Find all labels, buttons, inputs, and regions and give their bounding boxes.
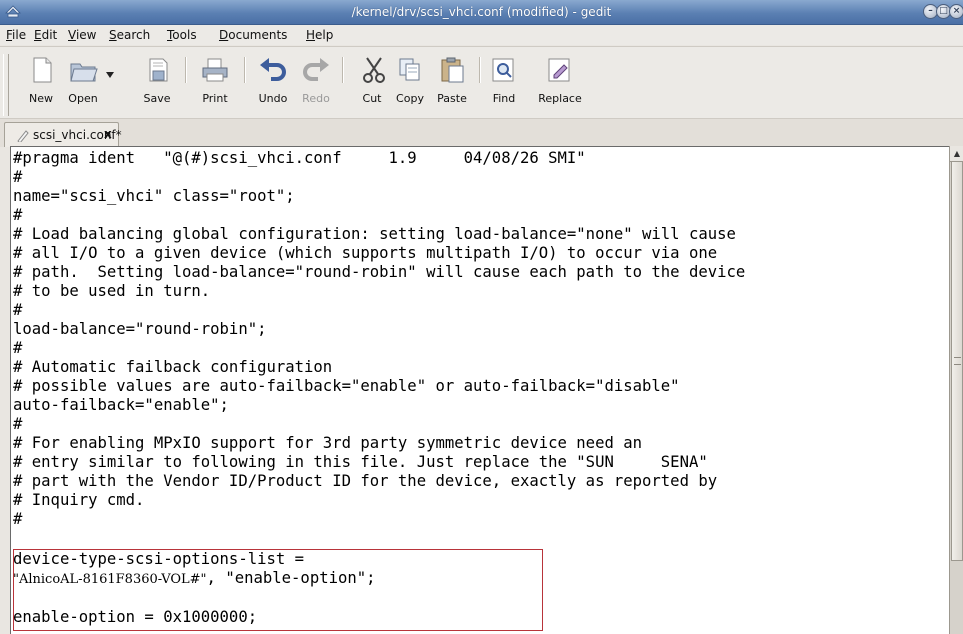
open-button[interactable]: Open bbox=[66, 53, 100, 113]
scrollbar-thumb[interactable] bbox=[951, 161, 963, 561]
code-line: # bbox=[13, 301, 23, 319]
tab-scsi-vhci-conf[interactable]: scsi_vhci.conf* x bbox=[4, 122, 122, 147]
menu-edit-mnemonic: E bbox=[34, 28, 42, 42]
save-button[interactable]: Save bbox=[140, 53, 174, 113]
menu-edit[interactable]: Edit bbox=[34, 28, 57, 42]
code-line: # For enabling MPxIO support for 3rd par… bbox=[13, 434, 643, 452]
code-line: # bbox=[13, 206, 23, 224]
toolbar: New Open Save Print Undo Redo Cut Copy P… bbox=[0, 46, 963, 119]
toolbar-separator bbox=[479, 57, 481, 83]
replace-icon bbox=[548, 58, 570, 82]
code-line: # Inquiry cmd. bbox=[13, 491, 145, 509]
paste-icon bbox=[441, 57, 464, 83]
new-button[interactable]: New bbox=[26, 53, 56, 113]
redo-button[interactable]: Redo bbox=[298, 53, 334, 113]
menu-documents[interactable]: Documents bbox=[219, 28, 287, 42]
find-icon bbox=[492, 58, 514, 82]
code-line: # path. Setting load-balance="round-robi… bbox=[13, 263, 746, 281]
undo-icon bbox=[260, 58, 286, 81]
code-line: # all I/O to a given device (which suppo… bbox=[13, 244, 718, 262]
tab-close-button[interactable]: x bbox=[104, 127, 112, 141]
code-line: # bbox=[13, 415, 23, 433]
cut-button[interactable]: Cut bbox=[358, 53, 386, 113]
menu-help-label: elp bbox=[315, 28, 334, 42]
menu-view[interactable]: View bbox=[68, 28, 96, 42]
toolbar-separator bbox=[185, 57, 187, 83]
code-line: # part with the Vendor ID/Product ID for… bbox=[13, 472, 718, 490]
redo-icon bbox=[303, 58, 329, 81]
code-line: # Load balancing global configuration: s… bbox=[13, 225, 736, 243]
scrollbar-grip bbox=[954, 357, 961, 365]
menu-documents-label: ocuments bbox=[228, 28, 288, 42]
menu-documents-mnemonic: D bbox=[219, 28, 229, 42]
paste-label: Paste bbox=[437, 92, 467, 105]
window-title: /kernel/drv/scsi_vhci.conf (modified) - … bbox=[351, 5, 612, 19]
menu-tools[interactable]: Tools bbox=[167, 28, 197, 42]
open-recent-arrow-icon[interactable] bbox=[105, 71, 115, 79]
replace-label: Replace bbox=[538, 92, 582, 105]
paste-button[interactable]: Paste bbox=[434, 53, 470, 113]
code-line: # Automatic failback configuration bbox=[13, 358, 333, 376]
vertical-scrollbar[interactable]: ▲ bbox=[949, 146, 963, 634]
save-icon bbox=[149, 58, 168, 82]
menu-bar: File Edit View Search Tools Documents He… bbox=[0, 25, 963, 45]
code-line: # possible values are auto-failback="ena… bbox=[13, 377, 680, 395]
menu-tools-label: ools bbox=[172, 28, 197, 42]
menu-view-label: iew bbox=[75, 28, 97, 42]
text-document-icon bbox=[17, 130, 29, 142]
toolbar-separator bbox=[342, 57, 344, 83]
menu-search-mnemonic: S bbox=[109, 28, 117, 42]
new-document-icon bbox=[33, 57, 52, 83]
code-line: # bbox=[13, 510, 23, 528]
code-line: auto-failback="enable"; bbox=[13, 396, 229, 414]
open-label: Open bbox=[68, 92, 98, 105]
save-label: Save bbox=[143, 92, 171, 105]
code-line: #pragma ident "@(#)scsi_vhci.conf 1.9 04… bbox=[13, 149, 586, 167]
menu-help[interactable]: Help bbox=[306, 28, 333, 42]
code-line: name="scsi_vhci" class="root"; bbox=[13, 187, 295, 205]
printer-icon bbox=[202, 58, 228, 82]
code-line: load-balance="round-robin"; bbox=[13, 320, 267, 338]
open-folder-icon bbox=[70, 63, 98, 82]
menu-help-mnemonic: H bbox=[306, 28, 316, 42]
gedit-window: /kernel/drv/scsi_vhci.conf (modified) - … bbox=[0, 0, 963, 634]
code-line: # bbox=[13, 339, 23, 357]
print-button[interactable]: Print bbox=[196, 53, 234, 113]
scissors-icon bbox=[363, 57, 385, 83]
code-line: # entry similar to following in this fil… bbox=[13, 453, 708, 471]
menu-file-label: ile bbox=[12, 28, 27, 42]
highlight-annotation-box bbox=[13, 549, 543, 631]
print-label: Print bbox=[202, 92, 228, 105]
editor-frame: #pragma ident "@(#)scsi_vhci.conf 1.9 04… bbox=[10, 146, 950, 634]
close-button[interactable]: × bbox=[949, 4, 963, 19]
title-bar[interactable]: /kernel/drv/scsi_vhci.conf (modified) - … bbox=[0, 0, 963, 25]
redo-label: Redo bbox=[302, 92, 330, 105]
find-button[interactable]: Find bbox=[488, 53, 520, 113]
replace-button[interactable]: Replace bbox=[538, 53, 582, 113]
toolbar-grip[interactable] bbox=[3, 54, 9, 116]
menu-edit-label: dit bbox=[41, 28, 58, 42]
copy-button[interactable]: Copy bbox=[393, 53, 427, 113]
menu-search-label: earch bbox=[116, 28, 151, 42]
find-label: Find bbox=[492, 92, 516, 105]
toolbar-separator bbox=[244, 57, 246, 83]
menu-search[interactable]: Search bbox=[109, 28, 150, 42]
copy-icon bbox=[399, 58, 420, 81]
menu-view-mnemonic: V bbox=[68, 28, 76, 42]
menu-file[interactable]: File bbox=[6, 28, 26, 42]
undo-button[interactable]: Undo bbox=[255, 53, 291, 113]
scroll-up-button[interactable]: ▲ bbox=[950, 146, 963, 162]
text-editor[interactable]: #pragma ident "@(#)scsi_vhci.conf 1.9 04… bbox=[13, 149, 938, 634]
code-line: # to be used in turn. bbox=[13, 282, 211, 300]
code-line: # bbox=[13, 168, 23, 186]
document-tab-strip: scsi_vhci.conf* x bbox=[0, 118, 963, 147]
